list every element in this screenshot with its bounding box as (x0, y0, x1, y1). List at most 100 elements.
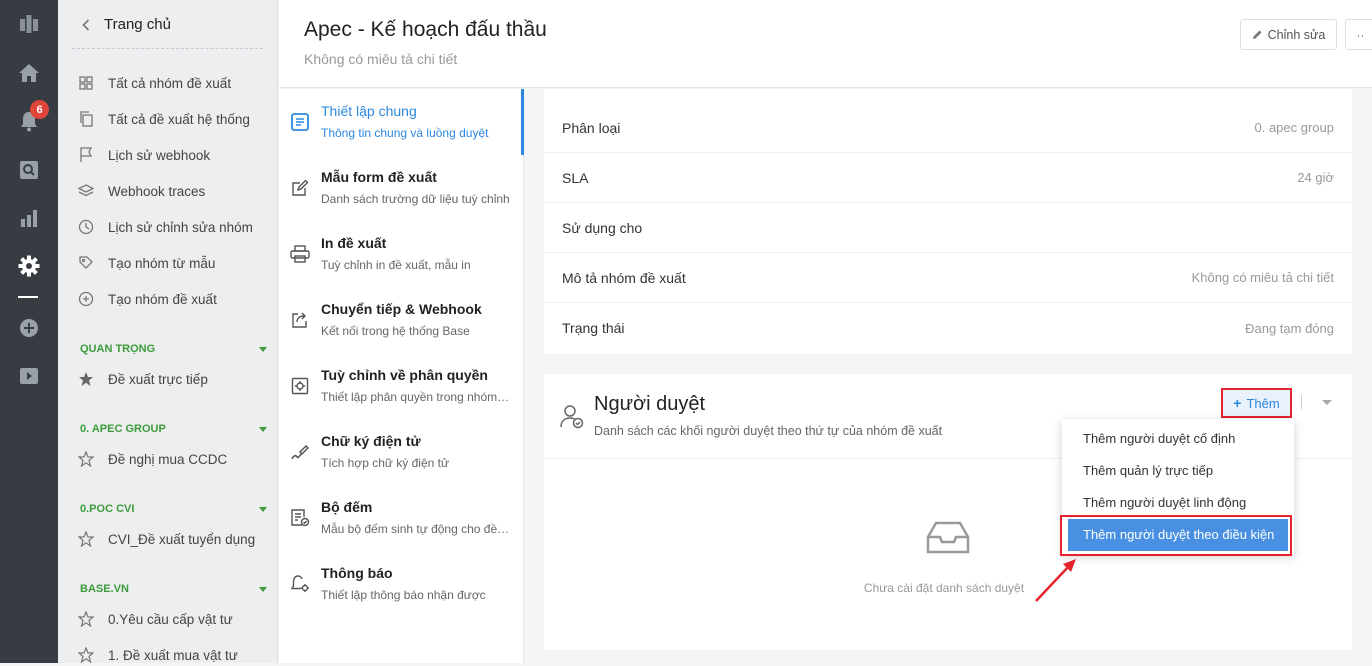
nav-desc: Thiết lập phân quyền trong nhóm đề xuất (321, 390, 511, 404)
info-row-description: Mô tả nhóm đề xuất Không có miêu tả chi t… (544, 253, 1352, 303)
add-circle-icon[interactable] (0, 308, 58, 348)
section-header[interactable]: 0. APEC GROUP (80, 423, 267, 435)
menu-item-fixed-approver[interactable]: Thêm người duyệt cố định (1062, 423, 1294, 455)
nav-print[interactable]: In đề xuất Tuỳ chỉnh in đề xuất, mẫu in (279, 221, 524, 287)
add-approver-button[interactable]: + Thêm (1221, 388, 1292, 418)
annotation-arrow-icon (1030, 555, 1080, 605)
sidebar-item-ccdc[interactable]: Đề nghị mua CCDC (78, 448, 227, 470)
sidebar-divider (72, 48, 263, 49)
home-icon[interactable] (0, 53, 58, 93)
info-value: 24 giờ (1297, 170, 1334, 185)
nav-desc: Tích hợp chữ ký điện tử (321, 456, 449, 470)
section-header[interactable]: BASE.VN (80, 583, 267, 595)
sidebar-item-all-groups[interactable]: Tất cả nhóm đề xuất (78, 72, 231, 94)
nav-title: In đề xuất (321, 235, 387, 251)
tag-icon (78, 255, 94, 271)
layers-icon (78, 183, 94, 199)
bar-chart-icon[interactable] (0, 198, 58, 238)
nav-general-settings[interactable]: Thiết lập chung Thông tin chung và luồng… (279, 89, 524, 155)
info-key: Trạng thái (562, 320, 625, 336)
caret-down-icon (259, 346, 267, 352)
caret-down-icon (259, 506, 267, 512)
nav-title: Chữ ký điện tử (321, 433, 421, 449)
nav-forward-webhook[interactable]: Chuyển tiếp & Webhook Kết nối trong hệ t… (279, 287, 524, 353)
nav-notifications[interactable]: Thông báo Thiết lập thông báo nhận được (279, 551, 524, 617)
base-logo-icon[interactable] (0, 4, 58, 44)
button-divider (1301, 395, 1302, 409)
sidebar-item-all-system-requests[interactable]: Tất cả đề xuất hệ thống (78, 108, 250, 130)
sidebar-item-direct-request[interactable]: Đề xuất trực tiếp (78, 368, 208, 390)
rail-divider (18, 296, 38, 298)
edit-button[interactable]: Chỉnh sửa (1240, 19, 1337, 50)
sidebar-item-supply-request[interactable]: 0.Yêu cầu cấp vật tư (78, 608, 233, 630)
nav-title: Chuyển tiếp & Webhook (321, 301, 482, 317)
sidebar-item-label: Lịch sử chỉnh sửa nhóm (108, 219, 253, 235)
highlight-frame (1060, 515, 1292, 556)
settings-gear-icon[interactable] (0, 246, 58, 286)
settings-nav: Thiết lập chung Thông tin chung và luồng… (279, 89, 524, 663)
signature-icon (289, 441, 311, 463)
search-report-icon[interactable] (0, 150, 58, 190)
star-icon (78, 531, 94, 547)
notification-badge: 6 (30, 100, 49, 119)
collapse-caret-icon[interactable] (1322, 400, 1332, 405)
share-icon (289, 309, 311, 331)
section-header[interactable]: QUAN TRỌNG (80, 343, 267, 355)
sidebar-item-label: Tất cả nhóm đề xuất (108, 75, 232, 91)
info-value: Đang tạm đóng (1245, 320, 1334, 336)
nav-e-signature[interactable]: Chữ ký điện tử Tích hợp chữ ký điện tử (279, 419, 524, 485)
page-subtitle: Không có miêu tả chi tiết (304, 51, 458, 67)
sidebar-item-label: Đề xuất trực tiếp (108, 371, 208, 387)
sidebar-item-create-from-template[interactable]: Tạo nhóm từ mẫu (78, 252, 215, 274)
sidebar-item-label: Đề nghị mua CCDC (108, 451, 228, 467)
section-title: 0.POC CVI (80, 503, 135, 515)
sidebar-item-label: Lịch sử webhook (108, 147, 211, 163)
info-key: Phân loại (562, 119, 621, 136)
nav-title: Thông báo (321, 565, 393, 581)
more-button[interactable]: ·· (1345, 19, 1372, 50)
plus-circle-icon (78, 291, 94, 307)
chevron-left-icon (82, 18, 90, 31)
info-row-status: Trạng thái Đang tạm đóng (544, 303, 1352, 353)
flag-icon (78, 147, 94, 163)
sidebar-item-webhook-traces[interactable]: Webhook traces (78, 180, 205, 202)
menu-item-direct-manager[interactable]: Thêm quản lý trực tiếp (1062, 455, 1294, 487)
info-key: Sử dụng cho (562, 219, 643, 236)
sidebar-item-group-edit-history[interactable]: Lịch sử chỉnh sửa nhóm (78, 216, 253, 238)
sidebar: Trang chủ Tất cả nhóm đề xuất Tất cả đề … (58, 0, 278, 663)
star-icon (78, 451, 94, 467)
clock-icon (78, 219, 94, 235)
empty-state-text: Chưa cài đặt danh sách duyệt (863, 581, 1025, 595)
info-row-sla: SLA 24 giờ (544, 153, 1352, 203)
bell-icon[interactable] (0, 101, 58, 141)
sidebar-item-webhook-history[interactable]: Lịch sử webhook (78, 144, 210, 166)
pencil-icon (1252, 29, 1263, 40)
edit-form-icon (289, 177, 311, 199)
sidebar-item-label: Webhook traces (108, 183, 206, 199)
printer-icon (289, 243, 311, 265)
page-header: Apec - Kế hoạch đấu thầu Không có miêu t… (279, 0, 1372, 88)
nav-desc: Thông tin chung và luồng duyệt (321, 126, 489, 140)
nav-title: Tuỳ chỉnh về phân quyền (321, 367, 488, 383)
section-title: QUAN TRỌNG (80, 343, 156, 355)
video-icon[interactable] (0, 356, 58, 396)
nav-desc: Tuỳ chỉnh in đề xuất, mẫu in (321, 258, 471, 272)
bell-gear-icon (289, 573, 311, 595)
section-header[interactable]: 0.POC CVI (80, 503, 267, 515)
nav-permissions[interactable]: Tuỳ chỉnh về phân quyền Thiết lập phân q… (279, 353, 524, 419)
nav-desc: Danh sách trường dữ liệu tuỳ chỉnh (321, 192, 510, 206)
info-key: Mô tả nhóm đề xuất (562, 269, 686, 286)
sidebar-item-create-group[interactable]: Tạo nhóm đề xuất (78, 288, 217, 310)
section-title: 0. APEC GROUP (80, 423, 166, 435)
copy-icon (78, 111, 94, 127)
info-key: SLA (562, 169, 589, 186)
nav-form-template[interactable]: Mẫu form đề xuất Danh sách trường dữ liệ… (279, 155, 524, 221)
star-filled-icon (78, 371, 94, 387)
edit-button-label: Chỉnh sửa (1267, 27, 1326, 42)
back-home-link[interactable]: Trang chủ (82, 16, 171, 33)
nav-desc: Mẫu bộ đếm sinh tự động cho đề xuất (321, 522, 511, 536)
nav-counter[interactable]: Bộ đếm Mẫu bộ đếm sinh tự động cho đề xu… (279, 485, 524, 551)
sidebar-item-cvi-recruit[interactable]: CVI_Đề xuất tuyển dụng (78, 528, 255, 550)
approvers-title: Người duyệt (594, 393, 705, 415)
sidebar-item-label: 0.Yêu cầu cấp vật tư (108, 611, 233, 627)
